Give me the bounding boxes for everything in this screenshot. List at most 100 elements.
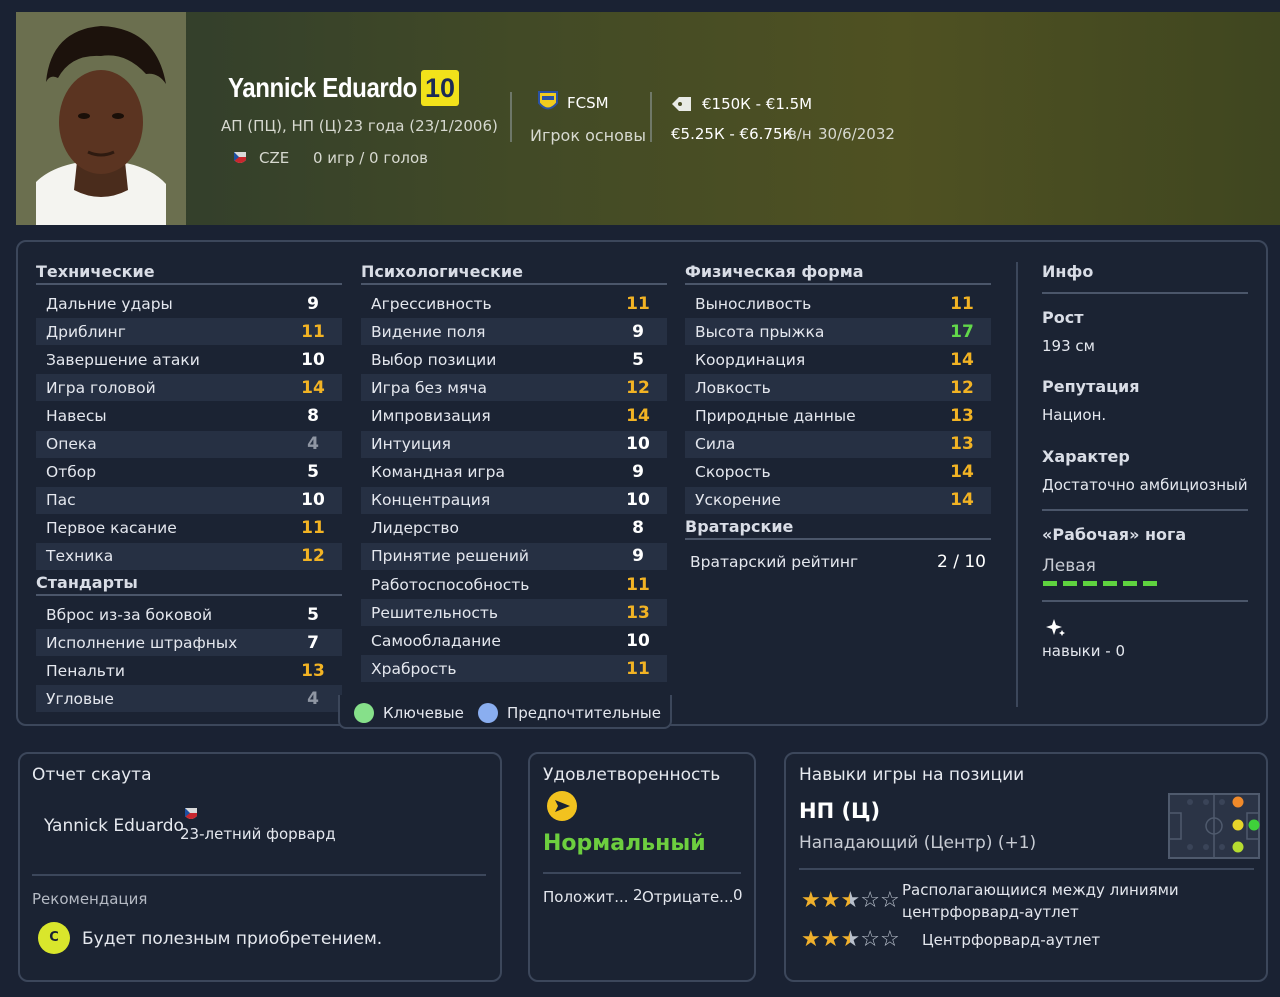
attribute-label: Командная игра	[371, 463, 505, 482]
attribute-row[interactable]: Интуиция 10	[361, 430, 667, 458]
star-full-icon: ★	[801, 888, 821, 913]
attribute-value: 10	[626, 630, 650, 651]
attribute-row[interactable]: Агрессивность 11	[361, 290, 667, 317]
attribute-row[interactable]: Навесы 8	[36, 402, 342, 429]
attribute-row[interactable]: Самообладание 10	[361, 627, 667, 654]
attribute-label: Техника	[46, 547, 114, 566]
attribute-value: 14	[626, 405, 650, 426]
attribute-value: 5	[307, 462, 319, 483]
attribute-value: 11	[626, 574, 650, 595]
attribute-row[interactable]: Завершение атаки 10	[36, 346, 342, 373]
role-name[interactable]: Центрфорвард-аутлет	[922, 931, 1100, 949]
attribute-row[interactable]: Лидерство 8	[361, 515, 667, 542]
attribute-row[interactable]: Видение поля 9	[361, 318, 667, 346]
player-photo	[16, 12, 186, 225]
info-divider	[1016, 262, 1018, 707]
attribute-row[interactable]: Выносливость 11	[685, 290, 991, 317]
section-underline	[36, 594, 342, 596]
reputation-value: Национ.	[1042, 406, 1107, 424]
club-crest-icon	[538, 91, 558, 110]
attribute-row[interactable]: Дриблинг 11	[36, 318, 342, 346]
attribute-row[interactable]: Пенальти 13	[36, 657, 342, 684]
star-empty-icon: ☆	[860, 888, 880, 913]
position-ability-title: Навыки игры на позиции	[799, 765, 1025, 785]
attribute-value: 11	[626, 658, 650, 679]
star-empty-icon: ☆	[879, 927, 900, 952]
player-age: 23 года (23/1/2006)	[344, 117, 498, 135]
attribute-value: 11	[301, 518, 325, 539]
attribute-row[interactable]: Сила 13	[685, 430, 991, 458]
character-label: Характер	[1042, 447, 1130, 466]
header-divider	[510, 92, 512, 142]
attribute-label: Завершение атаки	[46, 350, 200, 369]
attribute-label: Принятие решений	[371, 547, 529, 566]
attribute-row[interactable]: Техника 12	[36, 542, 342, 570]
attribute-row[interactable]: Работоспособность 11	[361, 571, 667, 598]
character-value: Достаточно амбициозный	[1042, 476, 1248, 494]
positive-label[interactable]: Положит...	[543, 888, 629, 906]
attribute-value: 12	[301, 546, 325, 567]
wage-range: €5.25К - €6.75К	[671, 125, 794, 143]
attribute-label: Первое касание	[46, 519, 177, 538]
attribute-row[interactable]: Природные данные 13	[685, 402, 991, 429]
attribute-row[interactable]: Храбрость 11	[361, 655, 667, 683]
attribute-row[interactable]: Скорость 14	[685, 459, 991, 486]
attribute-value: 13	[626, 602, 650, 623]
legend-key-label[interactable]: Ключевые	[383, 704, 464, 722]
attribute-row[interactable]: Первое касание 11	[36, 515, 342, 542]
attribute-row[interactable]: Игра без мяча 12	[361, 374, 667, 402]
attribute-label: Интуиция	[371, 435, 451, 453]
player-nation[interactable]: CZE	[259, 149, 289, 167]
role-name[interactable]: Располагающиися между линиями	[902, 881, 1179, 899]
attribute-row[interactable]: Импровизация 14	[361, 402, 667, 429]
squad-number-badge: 10	[421, 70, 459, 106]
attribute-row[interactable]: Ловкость 12	[685, 374, 991, 402]
attribute-value: 10	[301, 349, 325, 370]
scout-divider	[32, 874, 486, 876]
pitch-position-map[interactable]	[1168, 793, 1260, 859]
attribute-row[interactable]: Отбор 5	[36, 459, 342, 486]
attribute-label: Выбор позиции	[371, 350, 497, 369]
club-name[interactable]: FCSM	[567, 94, 609, 112]
star-half-icon: ★	[840, 927, 861, 952]
attribute-row[interactable]: Выбор позиции 5	[361, 346, 667, 373]
attribute-row[interactable]: Командная игра 9	[361, 459, 667, 486]
attribute-value: 4	[307, 688, 319, 709]
attribute-row[interactable]: Вброс из-за боковой 5	[36, 601, 342, 628]
star-full-icon: ★	[820, 888, 841, 913]
scout-player-name[interactable]: Yannick Eduardo	[44, 816, 184, 836]
player-games: 0 игр / 0 голов	[313, 149, 429, 167]
attribute-row[interactable]: Решительность 13	[361, 599, 667, 627]
attribute-label: Игра без мяча	[371, 378, 487, 397]
attribute-row[interactable]: Игра головой 14	[36, 374, 342, 402]
attribute-value: 11	[950, 293, 974, 314]
negative-label[interactable]: Отрицате...	[642, 888, 734, 906]
squad-status: Игрок основы	[530, 126, 646, 145]
attribute-value: 5	[632, 349, 644, 370]
attribute-row[interactable]: Исполнение штрафных 7	[36, 629, 342, 657]
attribute-row[interactable]: Принятие решений 9	[361, 542, 667, 570]
attribute-row[interactable]: Ускорение 14	[685, 486, 991, 514]
attribute-value: 10	[301, 490, 325, 511]
attribute-label: Лидерство	[371, 519, 459, 538]
attribute-row[interactable]: Опека 4	[36, 430, 342, 458]
attribute-row[interactable]: Пас 10	[36, 486, 342, 514]
attribute-row[interactable]: Угловые 4	[36, 685, 342, 713]
attribute-label: Пас	[46, 491, 76, 510]
skills-count: навыки - 0	[1042, 642, 1125, 660]
attribute-row[interactable]: Вратарский рейтинг 2 / 10	[680, 548, 996, 575]
attribute-row[interactable]: Дальние удары 9	[36, 290, 342, 317]
foot-strength-bar	[1043, 581, 1157, 586]
recommendation-grade-badge: C	[38, 922, 70, 954]
attribute-value: 14	[950, 349, 974, 370]
legend-preferred-label[interactable]: Предпочтительные	[507, 704, 661, 722]
attribute-value: 12	[626, 377, 650, 398]
star-empty-icon: ☆	[879, 888, 900, 913]
attribute-label: Пенальти	[46, 661, 125, 680]
attribute-row[interactable]: Высота прыжка 17	[685, 318, 991, 346]
player-header	[16, 12, 1280, 225]
section-title-mental: Психологические	[361, 262, 523, 281]
attribute-row[interactable]: Концентрация 10	[361, 486, 667, 514]
attribute-row[interactable]: Координация 14	[685, 346, 991, 373]
goalkeeper-rating: 2 / 10	[937, 551, 986, 572]
